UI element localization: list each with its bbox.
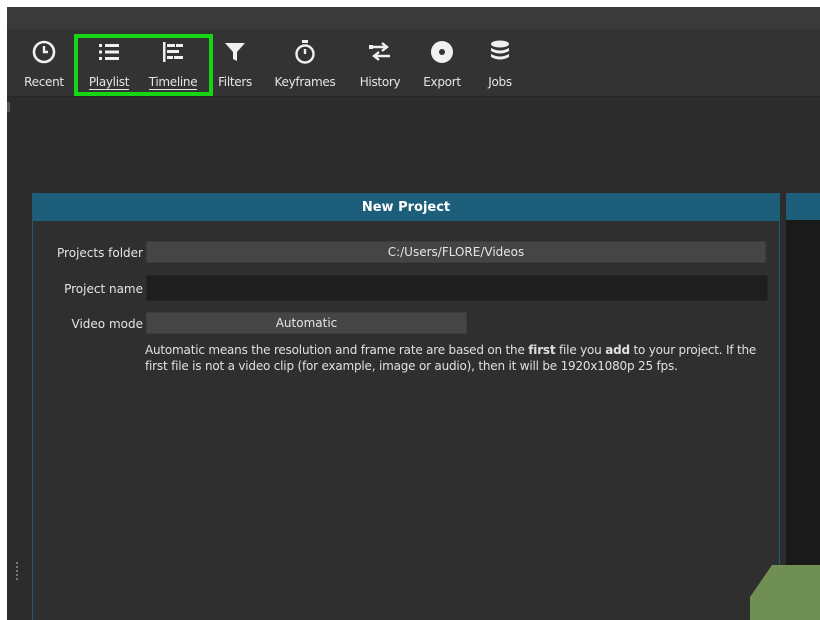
- toolbar-recent-button[interactable]: Recent: [17, 29, 71, 96]
- toolbar-history-button[interactable]: History: [353, 29, 407, 96]
- right-dock-panel: [786, 193, 820, 620]
- toolbar-label-history: History: [359, 75, 401, 89]
- help-text-part: file you: [555, 343, 606, 357]
- toolbar-label-filters: Filters: [218, 75, 252, 89]
- video-mode-help-text: Automatic means the resolution and frame…: [145, 342, 775, 374]
- clock-icon: [32, 40, 56, 64]
- toolbar-keyframes-button[interactable]: Keyframes: [269, 29, 341, 96]
- help-text-bold-add: add: [605, 343, 630, 357]
- projects-folder-button[interactable]: C:/Users/FLORE/Videos: [146, 241, 766, 263]
- video-mode-label: Video mode: [71, 317, 143, 331]
- toolbar-label-export: Export: [423, 75, 461, 89]
- history-icon: [369, 42, 390, 61]
- dock-handle[interactable]: [7, 102, 10, 112]
- database-icon: [491, 40, 509, 60]
- new-project-title: New Project: [33, 194, 779, 221]
- toolbar-export-button[interactable]: Export: [417, 29, 467, 96]
- help-text-part: Automatic means the resolution and frame…: [145, 343, 529, 357]
- resize-grip[interactable]: [16, 562, 18, 582]
- app-window: Recent Playlist Timeline Filters Keyfram…: [7, 7, 820, 620]
- project-name-input[interactable]: [146, 275, 768, 301]
- projects-folder-label: Projects folder: [57, 246, 143, 260]
- disc-icon: [431, 41, 453, 63]
- video-mode-select[interactable]: Automatic: [146, 312, 467, 334]
- title-strip: [7, 7, 820, 29]
- toolbar-label-recent: Recent: [24, 75, 64, 89]
- toolbar-jobs-button[interactable]: Jobs: [479, 29, 521, 96]
- help-text-bold-first: first: [528, 343, 556, 357]
- stopwatch-icon: [295, 40, 315, 64]
- thumbnail-preview: [750, 565, 820, 620]
- toolbar-label-jobs: Jobs: [488, 75, 512, 89]
- toolbar-label-keyframes: Keyframes: [274, 75, 336, 89]
- new-project-panel: New Project Projects folder C:/Users/FLO…: [32, 193, 780, 620]
- playlist-timeline-highlight-box: [74, 34, 213, 96]
- filter-icon: [225, 43, 245, 61]
- right-dock-header: [786, 193, 820, 220]
- toolbar-filters-button[interactable]: Filters: [212, 29, 258, 96]
- project-name-label: Project name: [64, 282, 143, 296]
